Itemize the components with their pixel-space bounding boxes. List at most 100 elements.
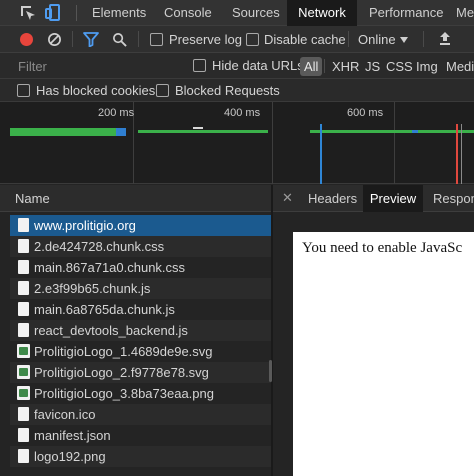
type-filter-img[interactable]: Img xyxy=(416,57,438,76)
document-icon xyxy=(18,218,29,232)
request-list: Name www.prolitigio.org 2.de424728.chunk… xyxy=(0,185,271,476)
tab-console[interactable]: Console xyxy=(154,0,222,26)
overview-bar xyxy=(310,130,474,133)
file-icon xyxy=(18,239,29,253)
tab-response[interactable]: Respon xyxy=(425,185,474,212)
type-filter-media[interactable]: Medi xyxy=(446,57,474,76)
type-filter-js[interactable]: JS xyxy=(365,57,380,76)
filter-separator xyxy=(324,59,325,73)
device-toolbar-icon[interactable] xyxy=(44,3,64,23)
image-icon xyxy=(17,386,30,400)
type-filter-xhr[interactable]: XHR xyxy=(332,57,359,76)
file-icon xyxy=(18,281,29,295)
request-name: react_devtools_backend.js xyxy=(34,323,188,338)
request-list-scrollbar[interactable] xyxy=(269,360,272,382)
details-tab-bar: ✕ Headers Preview Respon xyxy=(273,185,474,212)
name-column-label: Name xyxy=(15,191,50,206)
filter-input[interactable] xyxy=(10,56,182,76)
request-row[interactable]: react_devtools_backend.js xyxy=(10,320,271,341)
tab-preview[interactable]: Preview xyxy=(363,185,423,212)
request-name: 2.e3f99b65.chunk.js xyxy=(34,281,151,296)
request-name: 2.de424728.chunk.css xyxy=(34,239,165,254)
overview-tick-label: 200 ms xyxy=(98,107,135,119)
network-overview[interactable]: 200 ms 400 ms 600 ms xyxy=(0,102,474,184)
request-name: favicon.ico xyxy=(34,407,96,422)
tab-performance[interactable]: Performance xyxy=(359,0,453,26)
tab-headers[interactable]: Headers xyxy=(297,185,368,212)
toolbar-separator xyxy=(72,31,73,47)
overview-tick-label: 600 ms xyxy=(347,107,384,119)
request-row[interactable]: 2.de424728.chunk.css xyxy=(10,236,271,257)
request-name: main.6a8765da.chunk.js xyxy=(34,302,175,317)
overview-gridline xyxy=(394,102,395,184)
image-icon xyxy=(17,365,30,379)
request-name: manifest.json xyxy=(34,428,111,443)
overview-tick-label: 400 ms xyxy=(224,107,261,119)
preserve-log-checkbox[interactable] xyxy=(150,33,163,46)
type-filter-css[interactable]: CSS xyxy=(386,57,413,76)
request-row[interactable]: 2.e3f99b65.chunk.js xyxy=(10,278,271,299)
request-name: main.867a71a0.chunk.css xyxy=(34,260,186,275)
toolbar-separator xyxy=(423,31,424,47)
chevron-down-icon[interactable] xyxy=(400,37,408,43)
blocked-requests-checkbox[interactable] xyxy=(156,84,169,97)
image-icon xyxy=(17,344,30,358)
throttling-select[interactable]: Online xyxy=(358,32,396,47)
overview-bar xyxy=(10,132,116,136)
tab-memory[interactable]: Me xyxy=(454,0,474,26)
request-row[interactable]: favicon.ico xyxy=(10,404,271,425)
request-row[interactable]: ProlitigioLogo_3.8ba73eaa.png xyxy=(10,383,271,404)
dom-content-loaded-line xyxy=(320,124,322,184)
has-blocked-cookies-label[interactable]: Has blocked cookies xyxy=(36,83,155,98)
request-name: ProlitigioLogo_2.f9778e78.svg xyxy=(34,365,209,380)
tab-elements[interactable]: Elements xyxy=(80,0,158,26)
overview-window-handle[interactable] xyxy=(461,124,462,184)
inspect-element-icon[interactable] xyxy=(18,3,38,23)
request-rows: www.prolitigio.org 2.de424728.chunk.css … xyxy=(10,215,271,467)
name-column-header[interactable]: Name xyxy=(0,185,271,212)
file-icon xyxy=(18,449,29,463)
network-toolbar: Preserve log Disable cache Online xyxy=(0,26,474,53)
overview-bar xyxy=(412,130,418,133)
file-icon xyxy=(18,407,29,421)
disable-cache-checkbox[interactable] xyxy=(246,33,259,46)
close-icon[interactable]: ✕ xyxy=(282,190,293,206)
clear-icon[interactable] xyxy=(47,32,62,47)
load-event-line xyxy=(456,124,458,184)
request-row[interactable]: logo192.png xyxy=(10,446,271,467)
blocked-filter-bar: Has blocked cookies Blocked Requests xyxy=(0,79,474,102)
record-button[interactable] xyxy=(20,33,33,46)
search-icon[interactable] xyxy=(112,32,127,47)
request-name: ProlitigioLogo_1.4689de9e.svg xyxy=(34,344,213,359)
request-row[interactable]: main.6a8765da.chunk.js xyxy=(10,299,271,320)
overview-bar xyxy=(116,128,126,136)
tab-network[interactable]: Network xyxy=(287,0,357,26)
devtools-tab-bar: Elements Console Sources Network Perform… xyxy=(0,0,474,26)
preview-text: You need to enable JavaSc xyxy=(302,240,463,256)
has-blocked-cookies-checkbox[interactable] xyxy=(17,84,30,97)
file-icon xyxy=(18,260,29,274)
tab-bar-separator xyxy=(76,5,77,21)
file-icon xyxy=(18,323,29,337)
preserve-log-label[interactable]: Preserve log xyxy=(169,32,242,47)
request-name: www.prolitigio.org xyxy=(34,218,136,233)
request-row[interactable]: ProlitigioLogo_1.4689de9e.svg xyxy=(10,341,271,362)
request-details: ✕ Headers Preview Respon You need to ena… xyxy=(273,185,474,476)
request-name: logo192.png xyxy=(34,449,106,464)
import-har-icon[interactable] xyxy=(439,31,451,46)
overview-bar xyxy=(138,130,268,133)
filter-icon[interactable] xyxy=(83,32,99,47)
disable-cache-label[interactable]: Disable cache xyxy=(264,32,346,47)
request-row[interactable]: manifest.json xyxy=(10,425,271,446)
request-row[interactable]: www.prolitigio.org xyxy=(10,215,271,236)
type-filter-all[interactable]: All xyxy=(300,57,323,76)
request-name: ProlitigioLogo_3.8ba73eaa.png xyxy=(34,386,214,401)
hide-data-urls-checkbox[interactable] xyxy=(193,59,206,72)
tab-sources[interactable]: Sources xyxy=(222,0,290,26)
hide-data-urls-label[interactable]: Hide data URLs xyxy=(212,58,304,73)
blocked-requests-label[interactable]: Blocked Requests xyxy=(175,83,280,98)
file-icon xyxy=(18,302,29,316)
request-row[interactable]: main.867a71a0.chunk.css xyxy=(10,257,271,278)
filter-bar: Hide data URLs All XHR JS CSS Img Medi xyxy=(0,53,474,79)
request-row[interactable]: ProlitigioLogo_2.f9778e78.svg xyxy=(10,362,271,383)
